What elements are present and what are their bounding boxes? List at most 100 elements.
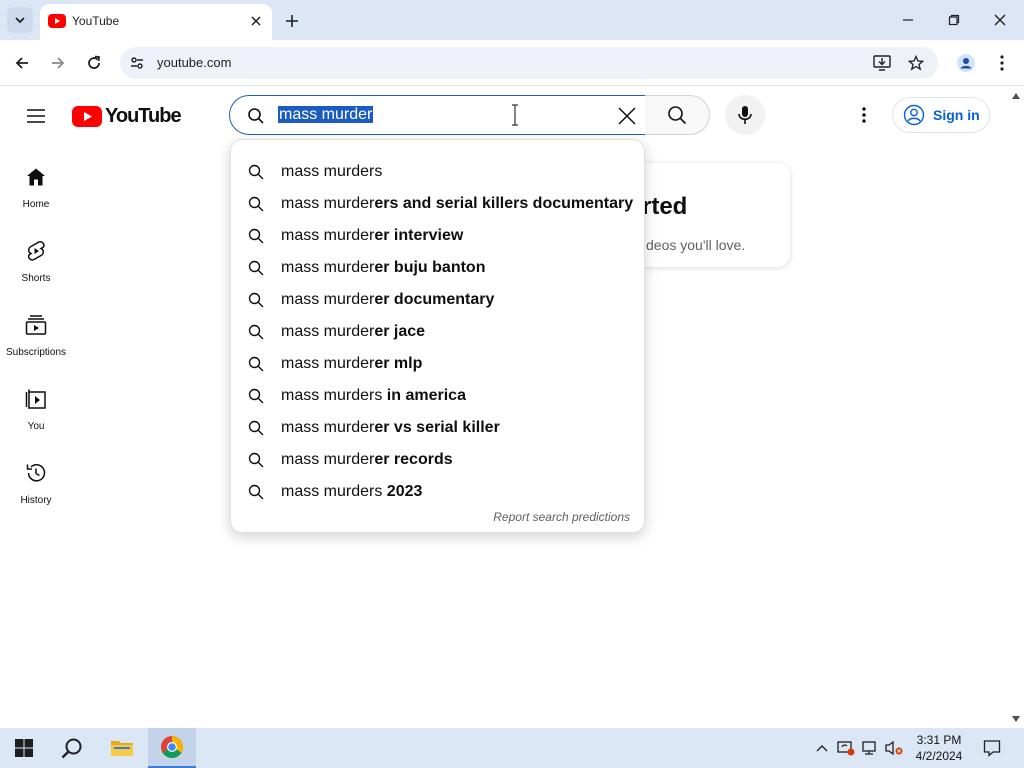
reload-button[interactable]: [82, 51, 106, 75]
suggestion-item[interactable]: mass murders: [231, 155, 646, 187]
close-icon: [251, 16, 261, 26]
file-explorer-button[interactable]: [98, 728, 146, 768]
install-icon: [873, 55, 891, 71]
search-button[interactable]: [645, 95, 710, 135]
reload-icon: [88, 55, 101, 69]
tab-search-button[interactable]: [7, 7, 33, 33]
close-icon: [618, 107, 636, 125]
minimize-button[interactable]: [898, 10, 918, 30]
suggestion-text: mass murderer records: [281, 451, 453, 468]
clear-search-button[interactable]: [615, 104, 639, 128]
sync-error-icon: [837, 741, 855, 756]
sidebar-label: Shorts: [21, 273, 51, 284]
suggestion-item[interactable]: mass murderer records: [231, 443, 646, 475]
network-icon: [862, 741, 876, 755]
settings-menu-button[interactable]: [852, 103, 876, 127]
suggestion-text: mass murders in america: [281, 387, 466, 404]
suggestion-text: mass murders: [281, 163, 383, 180]
suggestion-text: mass murderers and serial killers docume…: [281, 195, 634, 212]
bookmark-star-button[interactable]: [906, 53, 926, 73]
suggestion-item[interactable]: mass murderer jace: [231, 315, 646, 347]
suggestion-text: mass murderer documentary: [281, 291, 495, 308]
search-icon: [247, 451, 265, 469]
home-icon: [24, 165, 48, 189]
more-vert-icon: [862, 107, 866, 123]
back-button[interactable]: [10, 51, 34, 75]
close-icon: [994, 14, 1006, 26]
arrow-left-icon: [15, 57, 28, 69]
suggestion-text: mass murderer vs serial killer: [281, 419, 500, 436]
url-text: youtube.com: [157, 55, 232, 70]
sidebar-label: Home: [22, 199, 50, 210]
tab-close-button[interactable]: [248, 13, 264, 29]
taskbar-clock[interactable]: 3:31 PM 4/2/2024: [908, 732, 970, 764]
suggestion-item[interactable]: mass murderers and serial killers docume…: [231, 187, 646, 219]
sidebar-item-shorts[interactable]: Shorts: [0, 239, 72, 303]
sidebar-item-subscriptions[interactable]: Subscriptions: [0, 313, 72, 377]
suggestion-text: mass murderer buju banton: [281, 259, 486, 276]
suggestion-item[interactable]: mass murderer vs serial killer: [231, 411, 646, 443]
search-icon: [668, 106, 687, 125]
sidebar-label: You: [27, 421, 45, 432]
guide-menu-button[interactable]: [24, 105, 48, 127]
browser-tab-youtube[interactable]: YouTube: [40, 4, 272, 40]
suggestion-item[interactable]: mass murderer interview: [231, 219, 646, 251]
sidebar-label: History: [20, 495, 52, 506]
youtube-page: YouTube rted deos you'll love. mass murd…: [0, 87, 1024, 728]
show-hidden-icons-button[interactable]: [812, 738, 832, 758]
search-icon: [247, 259, 265, 277]
taskbar-search-button[interactable]: [48, 728, 96, 768]
scrollbar-up-arrow[interactable]: [1010, 91, 1022, 101]
sidebar-item-home[interactable]: Home: [0, 165, 72, 229]
address-bar[interactable]: youtube.com: [120, 47, 938, 79]
tray-volume-icon[interactable]: [884, 738, 904, 758]
suggestion-item[interactable]: mass murders 2023: [231, 475, 646, 507]
suggestion-item[interactable]: mass murders in america: [231, 379, 646, 411]
suggestion-item[interactable]: mass murderer mlp: [231, 347, 646, 379]
tray-network-icon[interactable]: [860, 738, 880, 758]
close-window-button[interactable]: [990, 10, 1010, 30]
forward-button[interactable]: [46, 51, 70, 75]
search-icon: [61, 738, 82, 759]
text-cursor-icon: [512, 104, 518, 126]
voice-search-button[interactable]: [725, 95, 765, 135]
search-icon: [247, 387, 265, 405]
youtube-logo[interactable]: YouTube: [72, 105, 182, 127]
volume-muted-icon: [885, 740, 903, 756]
card-subtitle: deos you'll love.: [646, 237, 746, 253]
profile-button[interactable]: [954, 51, 978, 75]
tab-title: YouTube: [72, 14, 120, 28]
sidebar-item-history[interactable]: History: [0, 461, 72, 525]
arrow-right-icon: [52, 57, 65, 69]
chrome-menu-button[interactable]: [990, 51, 1014, 75]
report-search-predictions-link[interactable]: Report search predictions: [493, 510, 630, 524]
search-box[interactable]: mass murder: [229, 95, 646, 135]
scrollbar-down-arrow[interactable]: [1010, 714, 1022, 724]
new-tab-button[interactable]: [282, 11, 302, 31]
suggestion-item[interactable]: mass murderer buju banton: [231, 251, 646, 283]
start-button[interactable]: [0, 728, 48, 768]
windows-taskbar: 3:31 PM 4/2/2024: [0, 728, 1024, 768]
restore-button[interactable]: [944, 10, 964, 30]
notifications-button[interactable]: [982, 738, 1002, 758]
search-icon: [247, 163, 265, 181]
search-input[interactable]: mass murder: [278, 105, 374, 125]
history-icon: [24, 461, 48, 485]
sign-in-button[interactable]: Sign in: [892, 97, 990, 133]
sidebar-label: Subscriptions: [5, 347, 67, 358]
account-circle-icon: [903, 104, 925, 126]
chrome-taskbar-button[interactable]: [148, 728, 196, 768]
site-info-button[interactable]: [127, 53, 147, 73]
suggestion-item[interactable]: mass murderer documentary: [231, 283, 646, 315]
clock-time: 3:31 PM: [916, 733, 962, 747]
suggestion-text: mass murders 2023: [281, 483, 423, 500]
sidebar-item-you[interactable]: You: [0, 387, 72, 451]
arrow-down-icon: [1012, 716, 1020, 722]
menu-icon: [27, 109, 45, 123]
install-app-button[interactable]: [872, 53, 892, 73]
browser-toolbar: youtube.com: [0, 40, 1024, 86]
browser-titlebar: YouTube: [0, 0, 1024, 40]
folder-icon: [111, 741, 133, 756]
search-icon: [247, 355, 265, 373]
tray-sync-icon[interactable]: [836, 738, 856, 758]
